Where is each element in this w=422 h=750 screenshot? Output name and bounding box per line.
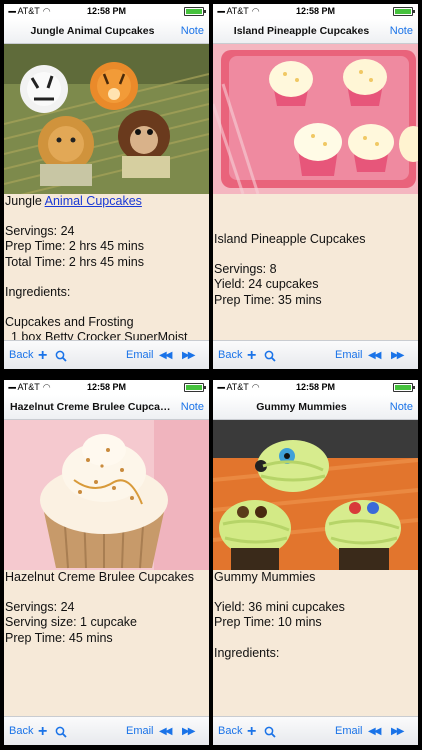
clock: 12:58 PM	[86, 382, 127, 392]
recipe-heading: Island Pineapple Cupcakes	[214, 232, 366, 246]
nav-bar: Island Pineapple Cupcakes Note	[213, 19, 418, 44]
recipe-heading: Gummy Mummies	[214, 570, 316, 584]
email-button[interactable]: Email	[335, 341, 363, 369]
recipe-text: Hazelnut Creme Brulee Cupcakes Servings:…	[4, 570, 209, 716]
ingredients-label: Ingredients:	[214, 645, 280, 660]
next-icon[interactable]: ▶▶	[182, 341, 195, 369]
search-icon[interactable]	[55, 726, 67, 738]
recipe-photo	[4, 44, 209, 194]
recipe-heading-link[interactable]: Animal Cupcakes	[45, 194, 142, 208]
previous-icon[interactable]: ◀◀	[368, 341, 381, 369]
email-button[interactable]: Email	[335, 717, 363, 745]
search-icon[interactable]	[264, 726, 276, 738]
nav-bar: Gummy Mummies Note	[213, 395, 418, 420]
bottom-toolbar: Back + Email ◀◀ ▶▶	[213, 340, 418, 369]
clock: 12:58 PM	[86, 6, 127, 16]
previous-icon[interactable]: ◀◀	[159, 341, 172, 369]
nav-title: Island Pineapple Cupcakes	[233, 25, 370, 37]
app-screen-hazelnut: ▪▪▪▪▪ AT&T ◠ 12:58 PM Hazelnut Creme Brul…	[4, 380, 209, 745]
detail-line: Prep Time: 2 hrs 45 mins	[5, 239, 144, 254]
status-bar: ▪▪▪▪▪ AT&T ◠ 12:58 PM	[213, 380, 418, 395]
previous-icon[interactable]: ◀◀	[368, 717, 381, 745]
next-icon[interactable]: ▶▶	[391, 341, 404, 369]
clock: 12:58 PM	[295, 382, 336, 392]
detail-line: Servings: 24	[5, 600, 75, 615]
recipe-heading: Jungle Animal Cupcakes	[5, 194, 142, 208]
recipe-text: Island Pineapple Cupcakes Servings: 8 Yi…	[213, 194, 418, 340]
note-button[interactable]: Note	[181, 19, 204, 44]
bottom-toolbar: Back + Email ◀◀ ▶▶	[4, 340, 209, 369]
recipe-photo	[4, 420, 209, 570]
battery-icon	[393, 383, 415, 392]
note-button[interactable]: Note	[390, 395, 413, 420]
bottom-toolbar: Back + Email ◀◀ ▶▶	[4, 716, 209, 745]
back-button[interactable]: Back	[9, 341, 33, 369]
clock: 12:58 PM	[295, 6, 336, 16]
nav-title: Jungle Animal Cupcakes	[30, 25, 155, 37]
detail-line: Servings: 8	[214, 262, 277, 277]
recipe-text: Gummy Mummies Yield: 36 mini cupcakes Pr…	[213, 570, 418, 716]
status-bar: ▪▪▪▪▪ AT&T ◠ 12:58 PM	[4, 380, 209, 395]
detail-line: 1 box Betty Crocker SuperMoist	[11, 330, 188, 340]
add-icon[interactable]: +	[38, 717, 47, 745]
detail-line: Prep Time: 45 mins	[5, 630, 113, 645]
back-button[interactable]: Back	[218, 717, 242, 745]
recipe-heading: Hazelnut Creme Brulee Cupcakes	[5, 570, 194, 584]
battery-icon	[184, 383, 206, 392]
email-button[interactable]: Email	[126, 341, 154, 369]
back-button[interactable]: Back	[9, 717, 33, 745]
app-screen-pineapple: ▪▪▪▪▪ AT&T ◠ 12:58 PM Island Pineapple Cu…	[213, 4, 418, 369]
search-icon[interactable]	[264, 350, 276, 362]
note-button[interactable]: Note	[390, 19, 413, 44]
email-button[interactable]: Email	[126, 717, 154, 745]
battery-icon	[393, 7, 415, 16]
status-bar: ▪▪▪▪▪ AT&T ◠ 12:58 PM	[4, 4, 209, 19]
bottom-toolbar: Back + Email ◀◀ ▶▶	[213, 716, 418, 745]
recipe-photo	[213, 44, 418, 194]
add-icon[interactable]: +	[38, 341, 47, 369]
nav-title: Gummy Mummies	[256, 401, 347, 413]
next-icon[interactable]: ▶▶	[182, 717, 195, 745]
nav-bar: Jungle Animal Cupcakes Note	[4, 19, 209, 44]
detail-line: Cupcakes and Frosting	[5, 315, 134, 330]
search-icon[interactable]	[55, 350, 67, 362]
app-screen-jungle: ▪▪▪▪▪ AT&T ◠ 12:58 PM Jungle Animal Cupca…	[4, 4, 209, 369]
nav-title: Hazelnut Creme Brulee Cupcakes	[10, 401, 175, 413]
nav-bar: Hazelnut Creme Brulee Cupcakes Note	[4, 395, 209, 420]
recipe-text: Jungle Animal Cupcakes Servings: 24 Prep…	[4, 194, 209, 340]
note-button[interactable]: Note	[181, 395, 204, 420]
previous-icon[interactable]: ◀◀	[159, 717, 172, 745]
detail-line: Yield: 24 cupcakes	[214, 277, 319, 292]
back-button[interactable]: Back	[218, 341, 242, 369]
detail-line: Serving size: 1 cupcake	[5, 615, 138, 630]
detail-line: Servings: 24	[5, 224, 75, 239]
add-icon[interactable]: +	[247, 717, 256, 745]
recipe-photo	[213, 420, 418, 570]
detail-line: Prep Time: 10 mins	[214, 615, 322, 630]
add-icon[interactable]: +	[247, 341, 256, 369]
status-bar: ▪▪▪▪▪ AT&T ◠ 12:58 PM	[213, 4, 418, 19]
detail-line: Yield: 36 mini cupcakes	[214, 600, 345, 615]
ingredients-label: Ingredients:	[5, 284, 71, 299]
battery-icon	[184, 7, 206, 16]
detail-line: Total Time: 2 hrs 45 mins	[5, 254, 144, 269]
next-icon[interactable]: ▶▶	[391, 717, 404, 745]
detail-line: Prep Time: 35 mins	[214, 292, 322, 307]
app-screen-gummy: ▪▪▪▪▪ AT&T◠ 12:58 PM Gummy Mummies Note	[213, 380, 418, 745]
